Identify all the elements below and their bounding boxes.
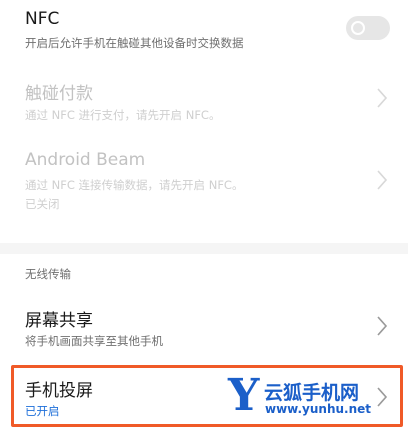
nfc-row[interactable]: NFC 开启后允许手机在触碰其他设备时交换数据 [0, 0, 408, 58]
touch-pay-title: 触碰付款 [25, 84, 93, 104]
android-beam-status: 已关闭 [25, 197, 60, 211]
watermark-logo: Y 云狐手机网 www.yunhu.net [228, 370, 398, 421]
android-beam-row[interactable]: Android Beam 通过 NFC 连接传输数据，请先开启 NFC。 已关闭 [0, 140, 408, 230]
nfc-subtitle: 开启后允许手机在触碰其他设备时交换数据 [25, 36, 244, 50]
android-beam-title: Android Beam [25, 150, 146, 170]
section-divider [0, 243, 408, 254]
nfc-toggle[interactable] [346, 16, 390, 40]
toggle-knob [351, 21, 365, 35]
screen-share-subtitle: 将手机画面共享至其他手机 [25, 334, 163, 348]
chevron-right-icon [376, 169, 388, 191]
touch-pay-row[interactable]: 触碰付款 通过 NFC 进行支付，请先开启 NFC。 [0, 68, 408, 130]
chevron-right-icon [376, 315, 388, 337]
screen-share-row[interactable]: 屏幕共享 将手机画面共享至其他手机 [0, 298, 408, 358]
chevron-right-icon [376, 87, 388, 109]
android-beam-subtitle: 通过 NFC 连接传输数据，请先开启 NFC。 [25, 178, 244, 192]
wireless-section-header: 无线传输 [25, 267, 71, 281]
nfc-title: NFC [25, 9, 60, 29]
watermark-name: 云狐手机网 [264, 382, 360, 404]
screen-share-title: 屏幕共享 [25, 311, 93, 331]
touch-pay-subtitle: 通过 NFC 进行支付，请先开启 NFC。 [25, 108, 221, 122]
settings-screen: NFC 开启后允许手机在触碰其他设备时交换数据 触碰付款 通过 NFC 进行支付… [0, 0, 408, 437]
watermark-url: www.yunhu.net [265, 402, 372, 416]
watermark-letter: Y [228, 370, 260, 421]
